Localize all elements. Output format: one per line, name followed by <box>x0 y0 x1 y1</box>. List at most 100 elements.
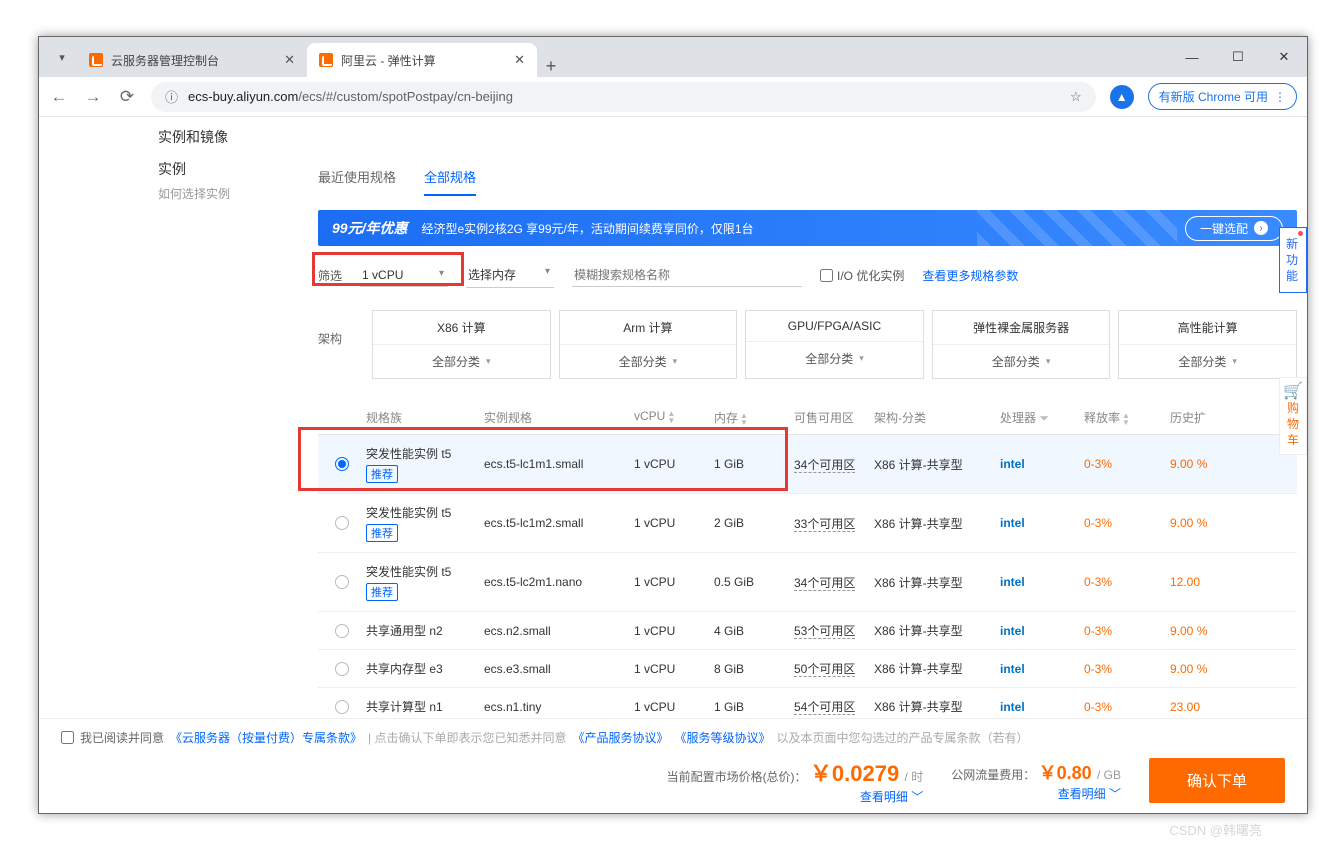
cell-zone[interactable]: 34个可用区 <box>794 456 874 473</box>
cell-memory: 1 GiB <box>714 457 794 471</box>
cell-vcpu: 1 vCPU <box>634 575 714 589</box>
forward-button[interactable]: → <box>83 87 103 107</box>
maximize-button[interactable]: ☐ <box>1215 37 1261 77</box>
cell-vcpu: 1 vCPU <box>634 624 714 638</box>
profile-avatar[interactable]: ▲ <box>1110 85 1134 109</box>
arch-card-category[interactable]: 全部分类 <box>560 345 737 378</box>
how-to-choose-link[interactable]: 如何选择实例 <box>158 185 238 202</box>
arch-card[interactable]: Arm 计算全部分类 <box>559 310 738 379</box>
cell-zone[interactable]: 33个可用区 <box>794 515 874 532</box>
page-viewport: 实例和镜像 实例 如何选择实例 最近使用规格 全部规格 99元/年优惠 经济型e… <box>39 117 1307 813</box>
cell-vcpu: 1 vCPU <box>634 700 714 714</box>
cell-price: 9.00 % <box>1170 624 1230 638</box>
site-info-icon[interactable]: ⓘ <box>165 87 178 106</box>
cell-arch: X86 计算-共享型 <box>874 698 1000 715</box>
vcpu-select[interactable]: 1 vCPU <box>360 264 448 287</box>
view-detail-link-2[interactable]: 查看明细 ﹀ <box>1058 787 1121 801</box>
table-row[interactable]: 共享内存型 e3ecs.e3.small1 vCPU8 GiB50个可用区X86… <box>318 650 1297 688</box>
view-detail-link[interactable]: 查看明细 ﹀ <box>860 790 923 804</box>
cell-family: 共享内存型 e3 <box>366 660 484 677</box>
section-title: 实例和镜像 <box>158 117 1307 159</box>
confirm-order-button[interactable]: 确认下单 <box>1149 758 1285 803</box>
promo-badge: 99元/年优惠 <box>332 218 407 238</box>
cell-memory: 8 GiB <box>714 662 794 676</box>
row-radio[interactable] <box>335 575 349 589</box>
row-radio[interactable] <box>335 662 349 676</box>
table-row[interactable]: 共享通用型 n2ecs.n2.small1 vCPU4 GiB53个可用区X86… <box>318 612 1297 650</box>
cell-price: 9.00 % <box>1170 457 1230 471</box>
arch-card-category[interactable]: 全部分类 <box>746 342 923 375</box>
promo-config-button[interactable]: 一键选配 › <box>1185 216 1283 241</box>
tab-title: 阿里云 - 弹性计算 <box>341 52 436 69</box>
cell-zone[interactable]: 53个可用区 <box>794 622 874 639</box>
th-release[interactable]: 释放率▲▼ <box>1084 409 1170 426</box>
row-radio[interactable] <box>335 457 349 471</box>
arch-card[interactable]: X86 计算全部分类 <box>372 310 551 379</box>
cell-zone[interactable]: 50个可用区 <box>794 660 874 677</box>
close-tab-icon[interactable]: ✕ <box>514 52 525 68</box>
th-cpu[interactable]: 处理器 ⏷ <box>1000 409 1084 426</box>
cell-arch: X86 计算-共享型 <box>874 515 1000 532</box>
cell-cpu: intel <box>1000 516 1084 530</box>
arrow-right-icon: › <box>1254 221 1268 235</box>
th-spec[interactable]: 实例规格 <box>484 409 634 426</box>
row-radio[interactable] <box>335 624 349 638</box>
instance-label: 实例 <box>158 159 238 179</box>
terms-link-3[interactable]: 《服务等级协议》 <box>675 729 771 746</box>
arch-card[interactable]: GPU/FPGA/ASIC全部分类 <box>745 310 924 379</box>
memory-select[interactable]: 选择内存 <box>466 262 554 288</box>
arch-card[interactable]: 高性能计算全部分类 <box>1118 310 1297 379</box>
address-bar[interactable]: ⓘ ecs-buy.aliyun.com/ecs/#/custom/spotPo… <box>151 82 1096 112</box>
new-tab-button[interactable]: + <box>537 56 565 77</box>
window-controls: — ☐ ✕ <box>1169 37 1307 77</box>
th-price[interactable]: 历史扩 <box>1170 409 1230 426</box>
minimize-button[interactable]: — <box>1169 37 1215 77</box>
cart-side-tab[interactable]: 🛒 购物车 <box>1279 377 1307 455</box>
terms-link-2[interactable]: 《产品服务协议》 <box>572 729 668 746</box>
arch-card-category[interactable]: 全部分类 <box>373 345 550 378</box>
chrome-update-button[interactable]: 有新版 Chrome 可用⋮ <box>1148 83 1297 110</box>
table-row[interactable]: 突发性能实例 t5推荐ecs.t5-lc1m1.small1 vCPU1 GiB… <box>318 435 1297 494</box>
arch-card-title: 高性能计算 <box>1119 311 1296 345</box>
arch-card-title: X86 计算 <box>373 311 550 345</box>
th-zone[interactable]: 可售可用区 <box>794 409 874 426</box>
cell-zone[interactable]: 34个可用区 <box>794 574 874 591</box>
terms-link-1[interactable]: 《云服务器（按量付费）专属条款》 <box>170 729 362 746</box>
reload-button[interactable]: ⟳ <box>117 87 137 107</box>
architecture-row: 架构 X86 计算全部分类Arm 计算全部分类GPU/FPGA/ASIC全部分类… <box>318 310 1297 379</box>
more-spec-params-link[interactable]: 查看更多规格参数 <box>922 267 1018 284</box>
back-button[interactable]: ← <box>49 87 69 107</box>
tab-list-dropdown[interactable]: ▾ <box>47 37 77 77</box>
table-row[interactable]: 共享计算型 n1ecs.n1.tiny1 vCPU1 GiB54个可用区X86 … <box>318 688 1297 718</box>
th-family[interactable]: 规格族 <box>366 409 484 426</box>
url-path: /ecs/#/custom/spotPostpay/cn-beijing <box>298 89 513 104</box>
arch-card-title: GPU/FPGA/ASIC <box>746 311 923 342</box>
table-row[interactable]: 突发性能实例 t5推荐ecs.t5-lc2m1.nano1 vCPU0.5 Gi… <box>318 553 1297 612</box>
cell-zone[interactable]: 54个可用区 <box>794 698 874 715</box>
spec-search-input[interactable] <box>572 264 802 287</box>
th-mem[interactable]: 内存▲▼ <box>714 409 794 426</box>
tab-recent[interactable]: 最近使用规格 <box>318 159 396 196</box>
arch-card-category[interactable]: 全部分类 <box>933 345 1110 378</box>
arch-card[interactable]: 弹性裸金属服务器全部分类 <box>932 310 1111 379</box>
table-row[interactable]: 突发性能实例 t5推荐ecs.t5-lc1m2.small1 vCPU2 GiB… <box>318 494 1297 553</box>
browser-tab-2[interactable]: 阿里云 - 弹性计算 ✕ <box>307 43 537 77</box>
arch-card-category[interactable]: 全部分类 <box>1119 345 1296 378</box>
cell-spec: ecs.t5-lc2m1.nano <box>484 575 634 589</box>
row-radio[interactable] <box>335 516 349 530</box>
agree-checkbox[interactable] <box>61 731 74 744</box>
close-tab-icon[interactable]: ✕ <box>284 52 295 68</box>
th-arch[interactable]: 架构-分类 <box>874 409 1000 426</box>
th-vcpu[interactable]: vCPU▲▼ <box>634 409 714 426</box>
cell-family: 突发性能实例 t5推荐 <box>366 445 484 483</box>
new-feature-side-tab[interactable]: 新功能 <box>1279 227 1307 293</box>
tab-all[interactable]: 全部规格 <box>424 159 476 196</box>
cell-cpu: intel <box>1000 700 1084 714</box>
bookmark-icon[interactable]: ☆ <box>1070 89 1082 105</box>
browser-tab-1[interactable]: 云服务器管理控制台 ✕ <box>77 43 307 77</box>
cell-release-rate: 0-3% <box>1084 516 1170 530</box>
io-optimized-checkbox[interactable]: I/O 优化实例 <box>820 267 904 284</box>
close-window-button[interactable]: ✕ <box>1261 37 1307 77</box>
filter-label: 筛选 <box>318 267 342 284</box>
row-radio[interactable] <box>335 700 349 714</box>
